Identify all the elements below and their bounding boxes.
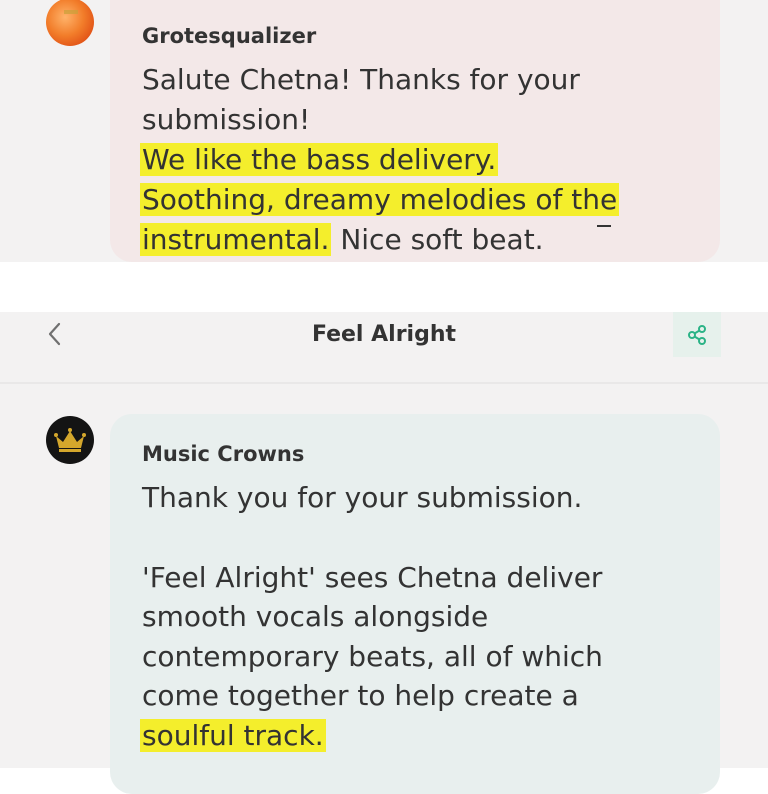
message-line: submission! — [142, 103, 311, 136]
message-line-highlighted: soulful track. — [140, 719, 326, 752]
share-icon — [688, 324, 706, 345]
top-message-panel: Grotesqualizer Salute Chetna! Thanks for… — [0, 0, 768, 262]
grotesqualizer-avatar[interactable] — [46, 0, 94, 46]
message-line: contemporary beats, all of which — [142, 640, 603, 673]
sender-name: Music Crowns — [142, 442, 305, 466]
music-crowns-avatar[interactable] — [46, 416, 94, 464]
message-line: Thank you for your submission. — [142, 481, 583, 514]
crown-icon — [54, 428, 86, 452]
message-line-highlighted: We like the bass delivery. — [140, 143, 499, 176]
page-title: Feel Alright — [311, 322, 457, 347]
message-line: Salute Chetna! Thanks for your — [142, 63, 580, 96]
text-cursor — [597, 225, 611, 227]
message-line-highlighted: Soothing, dreamy melodies of the — [140, 183, 620, 216]
separator — [0, 262, 768, 312]
message-line: come together to help create a — [142, 679, 579, 712]
track-header: Feel Alright — [0, 312, 768, 382]
sender-name: Grotesqualizer — [142, 24, 317, 48]
message-line: 'Feel Alright' sees Chetna deliver — [142, 561, 603, 594]
share-button[interactable] — [673, 312, 721, 357]
message-line: smooth vocals alongside — [142, 600, 489, 633]
message-line-highlighted: instrumental. Nice soft beat. — [140, 223, 544, 256]
